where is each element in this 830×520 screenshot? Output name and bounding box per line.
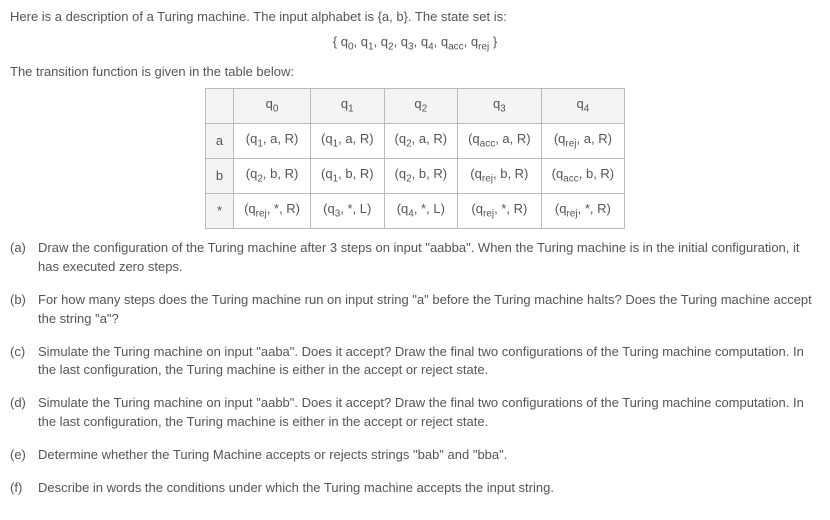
question-text: For how many steps does the Turing machi… — [38, 291, 820, 329]
cell: (q3, *, L) — [311, 194, 385, 229]
cell: (qrej, a, R) — [541, 123, 625, 158]
cell: (q2, b, R) — [384, 158, 458, 193]
question-label: (c) — [10, 343, 38, 381]
col-header: q4 — [541, 88, 625, 123]
row-label: a — [205, 123, 233, 158]
cell: (qrej, b, R) — [458, 158, 542, 193]
row-label: b — [205, 158, 233, 193]
cell: (q1, b, R) — [311, 158, 385, 193]
question-label: (e) — [10, 446, 38, 465]
row-label: * — [205, 194, 233, 229]
col-header: q2 — [384, 88, 458, 123]
questions-list: (a) Draw the configuration of the Turing… — [10, 239, 820, 497]
question-item: (d) Simulate the Turing machine on input… — [10, 394, 820, 432]
col-header: q0 — [234, 88, 311, 123]
table-header-row: q0 q1 q2 q3 q4 — [205, 88, 624, 123]
question-text: Determine whether the Turing Machine acc… — [38, 446, 820, 465]
table-row: * (qrej, *, R) (q3, *, L) (q4, *, L) (qr… — [205, 194, 624, 229]
cell: (q1, a, R) — [234, 123, 311, 158]
question-text: Simulate the Turing machine on input "aa… — [38, 394, 820, 432]
cell: (q4, *, L) — [384, 194, 458, 229]
question-item: (f) Describe in words the conditions und… — [10, 479, 820, 498]
question-text: Draw the configuration of the Turing mac… — [38, 239, 820, 277]
table-row: b (q2, b, R) (q1, b, R) (q2, b, R) (qrej… — [205, 158, 624, 193]
table-row: a (q1, a, R) (q1, a, R) (q2, a, R) (qacc… — [205, 123, 624, 158]
cell: (q2, b, R) — [234, 158, 311, 193]
state-set: { q0, q1, q2, q3, q4, qacc, qrej } — [10, 33, 820, 55]
cell: (qrej, *, R) — [458, 194, 542, 229]
transition-table: q0 q1 q2 q3 q4 a (q1, a, R) (q1, a, R) (… — [205, 88, 625, 229]
intro-line-1: Here is a description of a Turing machin… — [10, 8, 820, 27]
intro-line-2: The transition function is given in the … — [10, 63, 820, 82]
question-item: (e) Determine whether the Turing Machine… — [10, 446, 820, 465]
question-item: (b) For how many steps does the Turing m… — [10, 291, 820, 329]
question-text: Describe in words the conditions under w… — [38, 479, 820, 498]
cell: (qacc, a, R) — [458, 123, 542, 158]
table-corner — [205, 88, 233, 123]
col-header: q3 — [458, 88, 542, 123]
cell: (qrej, *, R) — [541, 194, 625, 229]
cell: (qrej, *, R) — [234, 194, 311, 229]
question-label: (f) — [10, 479, 38, 498]
question-label: (d) — [10, 394, 38, 432]
question-label: (a) — [10, 239, 38, 277]
cell: (q1, a, R) — [311, 123, 385, 158]
question-label: (b) — [10, 291, 38, 329]
question-text: Simulate the Turing machine on input "aa… — [38, 343, 820, 381]
question-item: (a) Draw the configuration of the Turing… — [10, 239, 820, 277]
cell: (q2, a, R) — [384, 123, 458, 158]
question-item: (c) Simulate the Turing machine on input… — [10, 343, 820, 381]
cell: (qacc, b, R) — [541, 158, 625, 193]
col-header: q1 — [311, 88, 385, 123]
